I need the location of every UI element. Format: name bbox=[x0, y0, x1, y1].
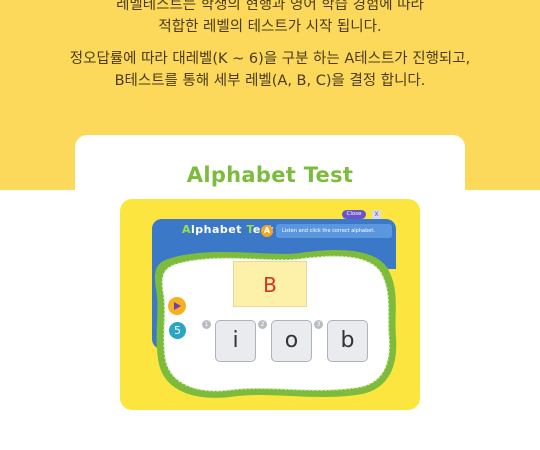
option-3-button[interactable]: b bbox=[327, 320, 368, 362]
level-badge: A bbox=[261, 225, 273, 237]
option-1-button[interactable]: i bbox=[215, 320, 256, 362]
intro-line-2: 적합한 레벨의 테스트가 시작 됩니다. bbox=[158, 19, 382, 35]
question-counter: 5 bbox=[169, 322, 186, 339]
instruction-bar: Listen and click the correct alphabet. bbox=[276, 224, 392, 238]
option-2-button[interactable]: o bbox=[271, 320, 312, 362]
option-3-number: 3 bbox=[314, 320, 323, 329]
game-title-accent-a: A bbox=[182, 223, 192, 236]
intro-line-4: B테스트를 통해 세부 레벨(A, B, C)을 결정 합니다. bbox=[114, 73, 426, 89]
prompt-letter-card: B bbox=[233, 261, 307, 307]
game-title: Alphabet Test bbox=[182, 223, 274, 236]
speaker-icon[interactable] bbox=[167, 296, 187, 316]
intro-line-1: 레벨테스트는 학생의 현행과 영어 학습 경험에 따라 bbox=[116, 0, 424, 13]
intro-paragraph-2: 정오답률에 따라 대레벨(K ~ 6)을 구분 하는 A테스트가 진행되고, B… bbox=[0, 48, 540, 92]
option-1-number: 1 bbox=[202, 320, 211, 329]
option-2-number: 2 bbox=[258, 320, 267, 329]
intro-paragraph-1: 레벨테스트는 학생의 현행과 영어 학습 경험에 따라 적합한 레벨의 테스트가… bbox=[0, 0, 540, 38]
close-button[interactable]: Close bbox=[342, 210, 366, 219]
intro-line-3: 정오답률에 따라 대레벨(K ~ 6)을 구분 하는 A테스트가 진행되고, bbox=[69, 51, 471, 67]
close-icon[interactable]: X bbox=[372, 210, 381, 219]
game-title-mid: lphabet bbox=[191, 223, 247, 236]
card-title: Alphabet Test bbox=[186, 163, 354, 187]
game-screenshot: Alphabet Test A Listen and click the cor… bbox=[120, 199, 420, 410]
